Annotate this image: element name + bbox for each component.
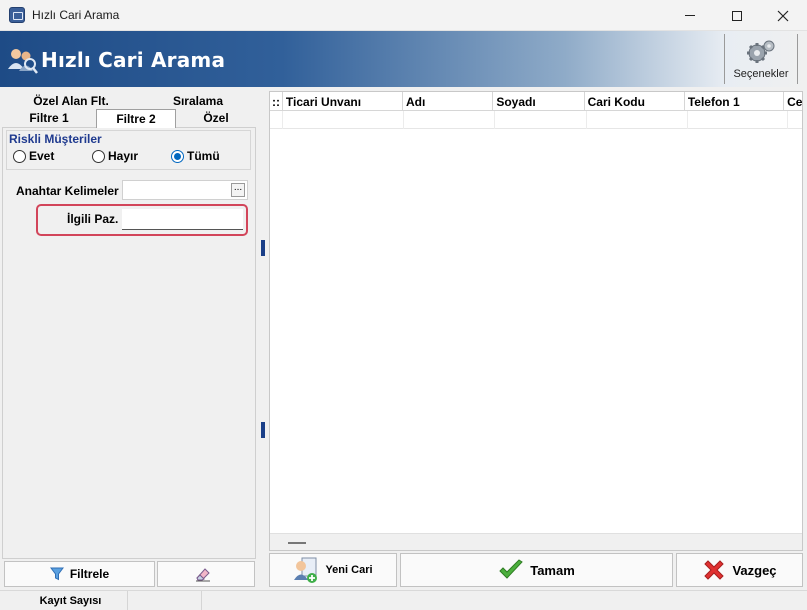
filter-button[interactable]: Filtrele: [4, 561, 155, 587]
splitter-grip-top[interactable]: [261, 240, 265, 256]
paz-input[interactable]: [122, 209, 243, 230]
options-button[interactable]: Seçenekler: [724, 34, 798, 84]
table-row-empty[interactable]: [270, 111, 802, 129]
col-cari-kodu[interactable]: Cari Kodu: [585, 92, 685, 110]
radio-evet[interactable]: Evet: [13, 149, 54, 163]
filter-button-label: Filtrele: [69, 567, 110, 581]
tab-filtre-1[interactable]: Filtre 1: [2, 109, 96, 128]
keywords-label: Anahtar Kelimeler: [16, 184, 119, 198]
header-banner: Hızlı Cari Arama Seçenekler: [0, 31, 807, 87]
tab-row-top: Özel Alan Flt. Sıralama: [2, 92, 256, 110]
record-count-label: Kayıt Sayısı: [0, 591, 128, 610]
close-icon[interactable]: [760, 0, 806, 31]
radio-circle: [13, 149, 26, 163]
radio-hayir[interactable]: Hayır: [92, 149, 138, 163]
cancel-button[interactable]: Vazgeç: [676, 553, 803, 587]
results-grid[interactable]: :: Ticari Unvanı Adı Soyadı Cari Kodu Te…: [269, 91, 803, 551]
check-icon: [499, 559, 523, 579]
footer-handle[interactable]: [288, 542, 306, 544]
filter-funnel-icon: [49, 567, 64, 581]
people-search-icon: [6, 45, 38, 75]
grid-header: :: Ticari Unvanı Adı Soyadı Cari Kodu Te…: [270, 92, 802, 111]
status-bar: Kayıt Sayısı: [0, 590, 807, 610]
eraser-icon: [196, 568, 210, 582]
filter-pane: Özel Alan Flt. Sıralama Filtre 1 Filtre …: [0, 87, 258, 559]
clear-filter-button[interactable]: [157, 561, 255, 587]
record-count-value: [128, 591, 202, 610]
row-indicator-header[interactable]: ::: [270, 92, 283, 110]
new-account-label: Yeni Cari: [325, 564, 373, 576]
keywords-input[interactable]: [122, 180, 248, 200]
tab-ozel[interactable]: Özel: [176, 109, 256, 128]
window-title: Hızlı Cari Arama: [32, 8, 120, 22]
col-telefon-1[interactable]: Telefon 1: [685, 92, 785, 110]
add-person-icon: [294, 557, 318, 583]
splitter-grip-bottom[interactable]: [261, 422, 265, 438]
ok-button[interactable]: Tamam: [400, 553, 673, 587]
radio-tumu[interactable]: Tümü: [171, 149, 220, 163]
gear-icon: [747, 40, 775, 63]
radio-label: Evet: [29, 149, 55, 163]
pane-splitter[interactable]: [258, 87, 268, 559]
risk-group-title: Riskli Müşteriler: [9, 132, 102, 146]
cancel-label: Vazgeç: [732, 562, 777, 578]
radio-circle: [92, 149, 105, 163]
page-title: Hızlı Cari Arama: [41, 48, 226, 72]
ok-label: Tamam: [530, 562, 575, 578]
radio-label: Tümü: [187, 149, 220, 163]
tab-row-bottom: Filtre 1 Filtre 2 Özel: [2, 109, 256, 128]
tab-filtre-2[interactable]: Filtre 2: [96, 109, 176, 128]
maximize-icon[interactable]: [714, 0, 760, 31]
col-ce[interactable]: Ce: [784, 92, 802, 110]
col-soyadi[interactable]: Soyadı: [493, 92, 585, 110]
tab-siralama[interactable]: Sıralama: [140, 92, 256, 110]
grid-footer: [270, 533, 802, 550]
cancel-x-icon: [704, 560, 725, 580]
keywords-browse-button[interactable]: ...: [231, 183, 245, 197]
paz-label: İlgili Paz.: [67, 212, 119, 226]
col-ticari-unvani[interactable]: Ticari Unvanı: [283, 92, 403, 110]
app-icon: [9, 7, 25, 23]
minimize-icon[interactable]: [667, 0, 713, 31]
options-label: Seçenekler: [733, 68, 789, 80]
new-account-button[interactable]: Yeni Cari: [269, 553, 397, 587]
col-adi[interactable]: Adı: [403, 92, 494, 110]
radio-label: Hayır: [108, 149, 139, 163]
radio-circle-selected: [171, 149, 184, 163]
tab-ozel-alan[interactable]: Özel Alan Flt.: [2, 92, 140, 110]
